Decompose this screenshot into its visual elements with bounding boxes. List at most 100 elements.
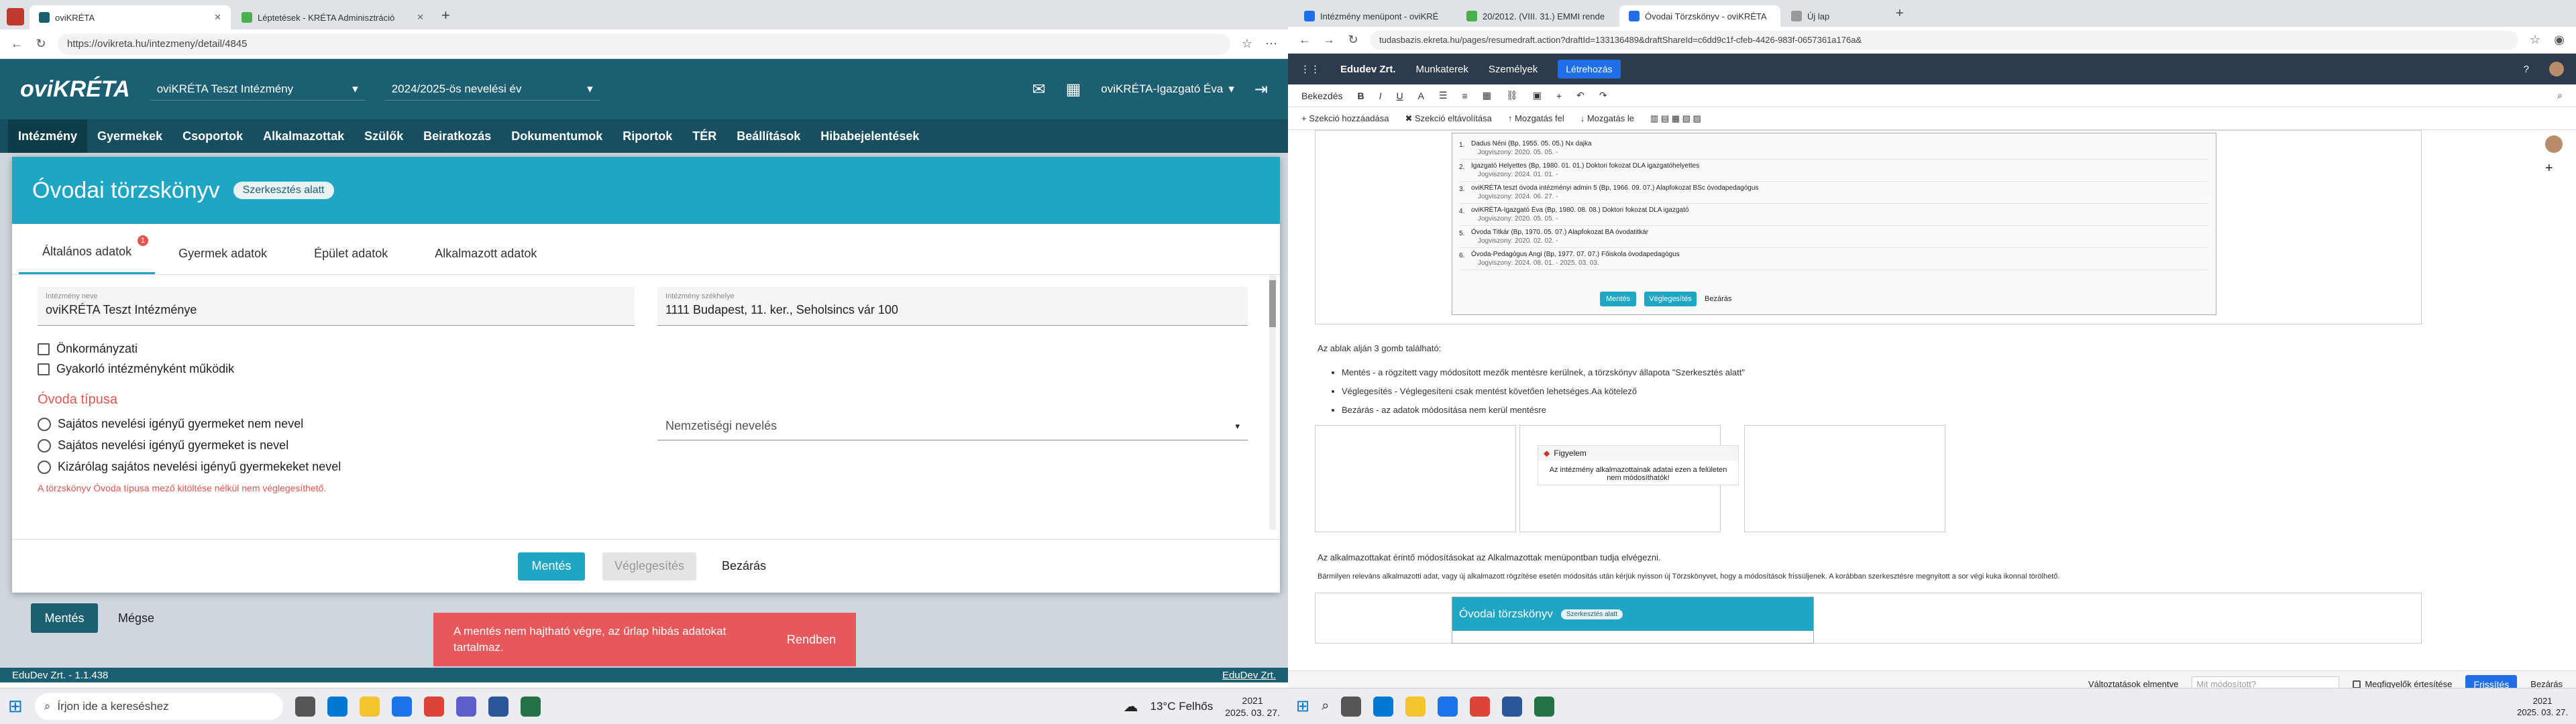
bullet-list-icon[interactable]: ☰ bbox=[1439, 90, 1448, 101]
explorer-icon[interactable] bbox=[1405, 696, 1426, 717]
calendar-icon[interactable]: ▦ bbox=[1066, 80, 1081, 99]
browser-tab-torzskonyv[interactable]: Óvodai Törzskönyv - oviKRÉTA bbox=[1619, 5, 1780, 27]
nav-item[interactable]: Dokumentumok bbox=[501, 119, 612, 153]
toast-ok-button[interactable]: Rendben bbox=[787, 633, 836, 647]
back-icon[interactable]: ← bbox=[1297, 33, 1312, 47]
edge-icon[interactable] bbox=[1438, 696, 1458, 717]
star-icon[interactable]: ☆ bbox=[1240, 37, 1254, 51]
mail-icon[interactable]: ✉ bbox=[1032, 80, 1046, 99]
brand-name[interactable]: Edudev Zrt. bbox=[1340, 64, 1396, 75]
profile-icon[interactable]: ◉ bbox=[2552, 33, 2567, 47]
extensions-icon[interactable]: ⋯ bbox=[1264, 37, 1279, 51]
modal-save-button[interactable]: Mentés bbox=[518, 552, 585, 581]
new-tab-icon[interactable]: + bbox=[1896, 6, 1904, 21]
modal-finalize-button[interactable]: Véglegesítés bbox=[602, 552, 696, 581]
close-tab-icon[interactable]: ✕ bbox=[417, 12, 424, 23]
back-icon[interactable]: ← bbox=[9, 37, 24, 51]
remove-section-button[interactable]: ✖ Szekció eltávolítása bbox=[1405, 113, 1491, 124]
teams-icon[interactable] bbox=[455, 696, 476, 717]
clock[interactable]: 2021 2025. 03. 27. bbox=[1225, 695, 1280, 719]
explorer-icon[interactable] bbox=[359, 696, 380, 717]
move-down-button[interactable]: ↓ Mozgatás le bbox=[1580, 113, 1634, 123]
browser-tab-new[interactable]: Új lap bbox=[1782, 5, 1889, 27]
nav-item[interactable]: Gyermekek bbox=[87, 119, 172, 153]
nav-item[interactable]: Intézmény bbox=[8, 119, 88, 153]
menu-szemelyek[interactable]: Személyek bbox=[1489, 64, 1538, 75]
tab-altalanos[interactable]: Általános adatok 1 bbox=[19, 235, 156, 274]
nav-item[interactable]: Beállítások bbox=[727, 119, 810, 153]
link-icon[interactable]: ⛓ bbox=[1506, 90, 1518, 101]
edge-icon[interactable] bbox=[391, 696, 412, 717]
institution-name-field[interactable]: Intézmény neve oviKRÉTA Teszt Intézménye bbox=[38, 287, 635, 326]
taskbar-search[interactable]: ⌕ Írjon ide a kereséshez bbox=[34, 692, 283, 720]
clock[interactable]: 2021 2025. 03. 27. bbox=[2517, 695, 2568, 718]
under-save-button[interactable]: Mentés bbox=[31, 603, 98, 633]
nav-item[interactable]: TÉR bbox=[682, 119, 727, 153]
logout-icon[interactable]: ⇥ bbox=[1254, 80, 1268, 99]
paragraph-modositasok[interactable]: Bármilyen releváns alkalmazotti adat, va… bbox=[1318, 572, 2059, 581]
italic-icon[interactable]: I bbox=[1379, 90, 1382, 101]
nationality-select[interactable]: Nemzetiségi nevelés ▾ bbox=[657, 412, 1248, 440]
footer-link[interactable]: EduDev Zrt. bbox=[1222, 670, 1276, 681]
bold-icon[interactable]: B bbox=[1357, 90, 1364, 101]
warning-panel[interactable]: ◆ Figyelem Az intézmény alkalmazottainak … bbox=[1538, 445, 1739, 485]
move-up-button[interactable]: ↑ Mozgatás fel bbox=[1508, 113, 1564, 123]
radio-is-nevel[interactable]: Sajátos nevelési igényű gyermeket is nev… bbox=[38, 438, 288, 452]
nav-item[interactable]: Alkalmazottak bbox=[253, 119, 354, 153]
reload-icon[interactable]: ↻ bbox=[1346, 33, 1360, 47]
word-icon[interactable] bbox=[1502, 696, 1523, 717]
url-input[interactable]: https://ovikreta.hu/intezmeny/detail/484… bbox=[58, 33, 1230, 55]
browser-menu-icon[interactable] bbox=[7, 8, 24, 25]
nav-item[interactable]: Csoportok bbox=[172, 119, 253, 153]
under-cancel-button[interactable]: Mégse bbox=[118, 611, 154, 625]
task-view-icon[interactable] bbox=[294, 696, 315, 717]
star-icon[interactable]: ☆ bbox=[2528, 33, 2542, 47]
browser-tab-emmi[interactable]: 20/2012. (VIII. 31.) EMMI rende bbox=[1457, 5, 1618, 27]
outlook-icon[interactable] bbox=[327, 696, 347, 717]
redo-icon[interactable]: ↷ bbox=[1599, 90, 1607, 101]
nav-item[interactable]: Szülők bbox=[354, 119, 413, 153]
institution-select[interactable]: oviKRÉTA Teszt Intézmény ▾ bbox=[150, 78, 365, 101]
nav-item[interactable]: Beiratkozás bbox=[413, 119, 501, 153]
nav-item[interactable]: Riportok bbox=[612, 119, 682, 153]
task-view-icon[interactable] bbox=[1341, 696, 1362, 717]
avatar[interactable] bbox=[2549, 62, 2564, 76]
radio-nem-nevel[interactable]: Sajátos nevelési igényű gyermeket nem ne… bbox=[38, 417, 303, 431]
browser-tab-ovikreta[interactable]: oviKRÉTA ✕ bbox=[30, 5, 231, 29]
gyakorlo-checkbox[interactable]: Gyakorló intézményként működik bbox=[38, 362, 234, 376]
tab-gyermek[interactable]: Gyermek adatok bbox=[155, 247, 290, 274]
user-menu[interactable]: oviKRÉTA-Igazgató Éva ▾ bbox=[1101, 82, 1234, 96]
chrome-icon[interactable] bbox=[423, 696, 444, 717]
radio-kizarolag[interactable]: Kizárólag sajátos nevelési igényű gyerme… bbox=[38, 460, 341, 474]
forward-icon[interactable]: → bbox=[1322, 33, 1336, 47]
close-tab-icon[interactable]: ✕ bbox=[214, 12, 221, 23]
search-icon[interactable]: ⌕ bbox=[2557, 90, 2563, 101]
paragraph-style-select[interactable]: Bekezdés bbox=[1301, 90, 1342, 101]
paragraph-intro[interactable]: Az ablak alján 3 gomb található: bbox=[1318, 343, 1441, 353]
insert-icon[interactable]: + bbox=[1556, 90, 1562, 101]
help-icon[interactable]: ? bbox=[2524, 64, 2529, 75]
paragraph-alkalmazottak[interactable]: Az alkalmazottakat érintő módosításokat … bbox=[1318, 552, 1661, 562]
tab-epulet[interactable]: Épület adatok bbox=[290, 247, 411, 274]
add-section-button[interactable]: + Szekció hozzáadása bbox=[1301, 113, 1389, 123]
undo-icon[interactable]: ↶ bbox=[1576, 90, 1585, 101]
create-button[interactable]: Létrehozás bbox=[1558, 60, 1621, 78]
browser-tab-intezmeny[interactable]: Intézmény menüpont - oviKRÉ bbox=[1295, 5, 1456, 27]
menu-munkaterek[interactable]: Munkaterek bbox=[1416, 64, 1468, 75]
table-icon[interactable]: ▦ bbox=[1483, 90, 1491, 101]
word-icon[interactable] bbox=[488, 696, 508, 717]
avatar[interactable] bbox=[2545, 135, 2563, 153]
text-color-icon[interactable]: A bbox=[1418, 90, 1424, 101]
excel-icon[interactable] bbox=[1534, 696, 1555, 717]
chrome-icon[interactable] bbox=[1470, 696, 1491, 717]
windows-start-icon[interactable]: ⊞ bbox=[1296, 697, 1309, 716]
onkormanyzati-checkbox[interactable]: Önkormányzati bbox=[38, 342, 138, 356]
new-tab-icon[interactable]: + bbox=[441, 7, 450, 24]
app-grid-icon[interactable]: ⋮⋮ bbox=[1300, 63, 1320, 75]
search-icon[interactable]: ⌕ bbox=[1322, 699, 1329, 714]
image-icon[interactable]: ▣ bbox=[1533, 90, 1542, 101]
windows-start-icon[interactable]: ⊞ bbox=[8, 696, 23, 717]
institution-seat-field[interactable]: Intézmény székhelye 1111 Budapest, 11. k… bbox=[657, 287, 1248, 326]
browser-tab-leptetesek[interactable]: Léptetések - KRÉTA Adminisztráció ✕ bbox=[232, 5, 433, 29]
modal-scrollbar[interactable] bbox=[1269, 275, 1276, 530]
